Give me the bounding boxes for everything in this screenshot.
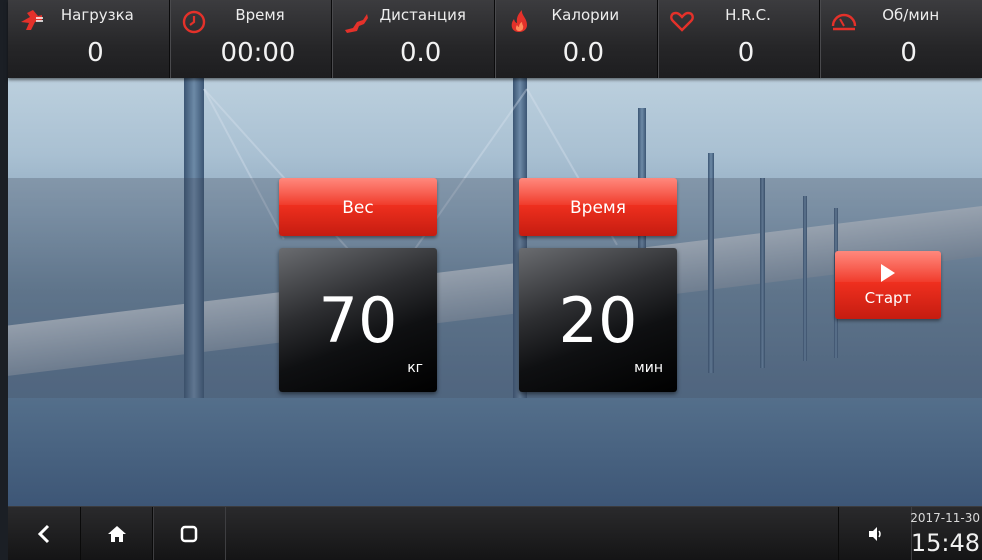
recent-apps-icon [180,525,198,543]
stat-value: 0 [87,38,104,68]
stat-rpm: Об/мин 0 [820,0,982,78]
start-label: Старт [864,289,912,307]
time-header-button[interactable]: Время [519,178,677,236]
treadmill-screen: Нагрузка 0 Время 00:00 Дистанция 0.0 Кал… [0,0,982,560]
volume-icon [869,527,881,541]
weight-header-label: Вес [342,198,374,218]
stat-label: Об/мин [882,6,940,24]
stat-label: Время [235,6,285,24]
time-unit: мин [634,360,663,376]
time-value: 20 [558,284,638,357]
weight-value: 70 [318,284,398,357]
stat-heart-rate: H.R.C. 0 [657,0,821,78]
stat-calories: Калории 0.0 [495,0,658,78]
weight-header-button[interactable]: Вес [279,178,437,236]
system-nav-bar: 2017-11-30 15:48 [8,506,982,560]
stat-value: 00:00 [220,38,296,68]
weight-value-box[interactable]: 70 кг [279,248,437,392]
stat-time: Время 00:00 [169,0,333,78]
start-button[interactable]: Старт [835,251,941,319]
valley-ground [8,398,982,506]
back-arrow-icon [37,524,50,544]
stats-bar: Нагрузка 0 Время 00:00 Дистанция 0.0 Кал… [8,0,982,78]
stat-label: Калории [551,6,620,24]
stat-value: 0.0 [400,38,442,68]
stat-label: Нагрузка [60,6,134,24]
time-header-label: Время [570,198,626,218]
status-date: 2017-11-30 [910,511,980,525]
weight-unit: кг [407,360,423,376]
stat-value: 0.0 [562,38,605,68]
volume-button[interactable] [838,507,912,560]
stat-value: 0 [900,38,917,68]
stat-distance: Дистанция 0.0 [332,0,496,78]
stat-load: Нагрузка 0 [8,0,170,78]
home-button[interactable] [80,507,154,560]
home-icon [108,526,126,542]
stat-value: 0 [737,38,755,68]
status-time: 15:48 [910,529,980,557]
stat-label: H.R.C. [725,6,771,24]
play-icon [881,264,895,282]
back-button[interactable] [8,507,81,560]
stat-label: Дистанция [379,6,466,24]
recent-apps-button[interactable] [152,507,226,560]
time-value-box[interactable]: 20 мин [519,248,677,392]
